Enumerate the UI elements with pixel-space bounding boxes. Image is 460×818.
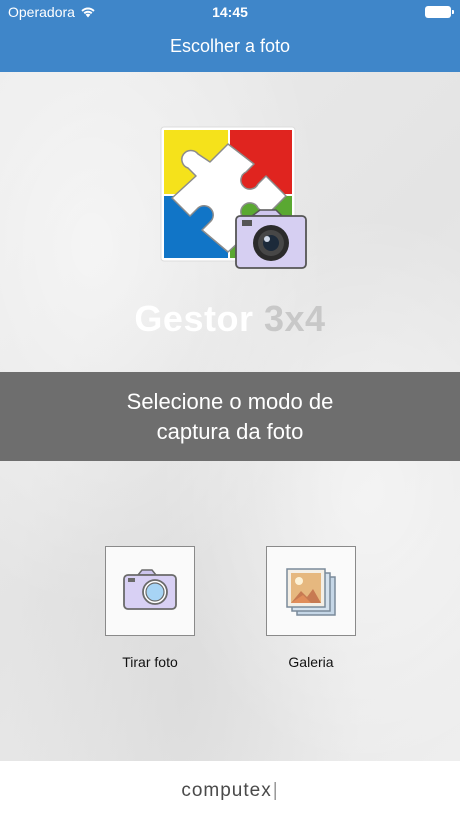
take-photo-button[interactable] — [105, 546, 195, 636]
camera-badge-icon — [235, 209, 307, 269]
footer: computex| — [0, 761, 460, 818]
camera-icon — [123, 569, 177, 610]
instruction-banner: Selecione o modo de captura da foto — [0, 372, 460, 461]
app-name-part2: 3x4 — [263, 298, 326, 339]
page-title: Escolher a foto — [169, 36, 291, 56]
top-bar: Operadora 14:45 Escolher a foto — [0, 0, 460, 72]
brand-cursor: | — [272, 780, 279, 801]
gallery-button[interactable] — [266, 546, 356, 636]
puzzle-camera-logo — [160, 126, 307, 269]
gallery-label[interactable]: Galeria — [241, 654, 381, 670]
battery-icon — [425, 6, 454, 18]
app-name: Gestor 3x4 — [0, 298, 460, 340]
app-name-part1: Gestor — [134, 298, 254, 339]
brand-name: computex — [181, 780, 272, 801]
take-photo-label[interactable]: Tirar foto — [80, 654, 220, 670]
banner-line-2: captura da foto — [156, 419, 304, 444]
banner-line-1: Selecione o modo de — [126, 389, 334, 414]
clock: 14:45 — [212, 4, 248, 20]
gallery-icon — [286, 568, 336, 616]
brand-logo: computex| — [0, 780, 460, 802]
screen: Operadora 14:45 Escolher a foto Gestor 3… — [0, 0, 460, 818]
status-bar: Operadora 14:45 — [0, 0, 460, 24]
